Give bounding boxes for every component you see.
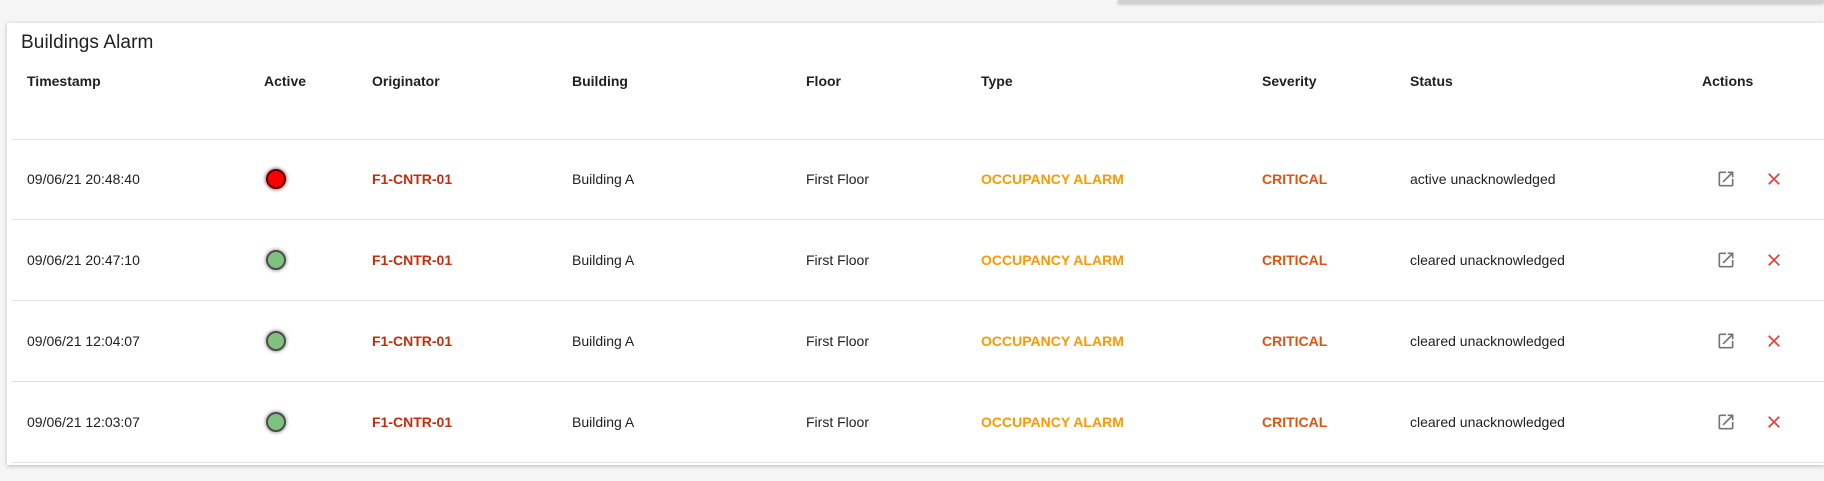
column-header-timestamp[interactable]: Timestamp xyxy=(27,73,101,115)
column-header-severity[interactable]: Severity xyxy=(1262,73,1316,115)
open-in-new-icon xyxy=(1718,333,1734,349)
status-cell: cleared unacknowledged xyxy=(1410,252,1565,268)
timestamp-cell: 09/06/21 12:03:07 xyxy=(27,414,140,430)
clear-alarm-button[interactable] xyxy=(1759,245,1789,275)
open-details-button[interactable] xyxy=(1711,407,1741,437)
clear-alarm-button[interactable] xyxy=(1759,164,1789,194)
column-header-active[interactable]: Active xyxy=(264,73,306,115)
timestamp-cell: 09/06/21 20:48:40 xyxy=(27,171,140,187)
floor-cell: First Floor xyxy=(806,171,869,187)
column-header-status[interactable]: Status xyxy=(1410,73,1453,115)
close-icon xyxy=(1768,173,1780,185)
open-details-button[interactable] xyxy=(1711,164,1741,194)
column-header-actions: Actions xyxy=(1702,73,1754,89)
active-indicator-icon xyxy=(266,250,286,270)
table-header: Timestamp Active Originator Building Flo… xyxy=(12,73,1824,140)
column-header-originator[interactable]: Originator xyxy=(372,73,440,115)
originator-cell: F1-CNTR-01 xyxy=(372,171,453,187)
open-in-new-icon xyxy=(1718,414,1734,430)
column-header-type[interactable]: Type xyxy=(981,73,1013,115)
status-cell: cleared unacknowledged xyxy=(1410,414,1565,430)
table-row[interactable]: 09/06/21 12:04:07 F1-CNTR-01 Building A … xyxy=(12,301,1824,382)
close-icon xyxy=(1768,335,1780,347)
close-icon xyxy=(1768,416,1780,428)
column-header-floor[interactable]: Floor xyxy=(806,73,841,115)
building-cell: Building A xyxy=(572,414,635,430)
type-cell: OCCUPANCY ALARM xyxy=(981,252,1124,268)
top-panel-edge xyxy=(1118,0,1824,3)
open-details-button[interactable] xyxy=(1711,326,1741,356)
originator-cell: F1-CNTR-01 xyxy=(372,252,453,268)
severity-cell: CRITICAL xyxy=(1262,171,1328,187)
status-cell: active unacknowledged xyxy=(1410,171,1556,187)
severity-cell: CRITICAL xyxy=(1262,333,1328,349)
table-row[interactable]: 09/06/21 20:48:40 F1-CNTR-01 Building A … xyxy=(12,139,1824,220)
active-cell xyxy=(262,301,286,381)
table-row[interactable]: 09/06/21 20:47:10 F1-CNTR-01 Building A … xyxy=(12,220,1824,301)
open-details-button[interactable] xyxy=(1711,245,1741,275)
column-header-building[interactable]: Building xyxy=(572,73,628,115)
originator-cell: F1-CNTR-01 xyxy=(372,333,453,349)
active-indicator-icon xyxy=(266,169,286,189)
clear-alarm-button[interactable] xyxy=(1759,326,1789,356)
building-cell: Building A xyxy=(572,171,635,187)
floor-cell: First Floor xyxy=(806,252,869,268)
close-icon xyxy=(1768,254,1780,266)
clear-alarm-button[interactable] xyxy=(1759,407,1789,437)
building-cell: Building A xyxy=(572,252,635,268)
severity-cell: CRITICAL xyxy=(1262,252,1328,268)
type-cell: OCCUPANCY ALARM xyxy=(981,414,1124,430)
active-indicator-icon xyxy=(266,412,286,432)
timestamp-cell: 09/06/21 20:47:10 xyxy=(27,252,140,268)
floor-cell: First Floor xyxy=(806,333,869,349)
active-cell xyxy=(262,220,286,300)
open-in-new-icon xyxy=(1718,252,1734,268)
severity-cell: CRITICAL xyxy=(1262,414,1328,430)
open-in-new-icon xyxy=(1718,171,1734,187)
active-indicator-icon xyxy=(266,331,286,351)
active-cell xyxy=(262,382,286,462)
floor-cell: First Floor xyxy=(806,414,869,430)
widget-title: Buildings Alarm xyxy=(21,32,154,53)
building-cell: Building A xyxy=(572,333,635,349)
status-cell: cleared unacknowledged xyxy=(1410,333,1565,349)
type-cell: OCCUPANCY ALARM xyxy=(981,171,1124,187)
type-cell: OCCUPANCY ALARM xyxy=(981,333,1124,349)
originator-cell: F1-CNTR-01 xyxy=(372,414,453,430)
active-cell xyxy=(262,139,286,219)
timestamp-cell: 09/06/21 12:04:07 xyxy=(27,333,140,349)
table-row[interactable]: 09/06/21 12:03:07 F1-CNTR-01 Building A … xyxy=(12,382,1824,463)
buildings-alarm-widget: Buildings Alarm Timestamp Active Origina… xyxy=(7,23,1824,465)
